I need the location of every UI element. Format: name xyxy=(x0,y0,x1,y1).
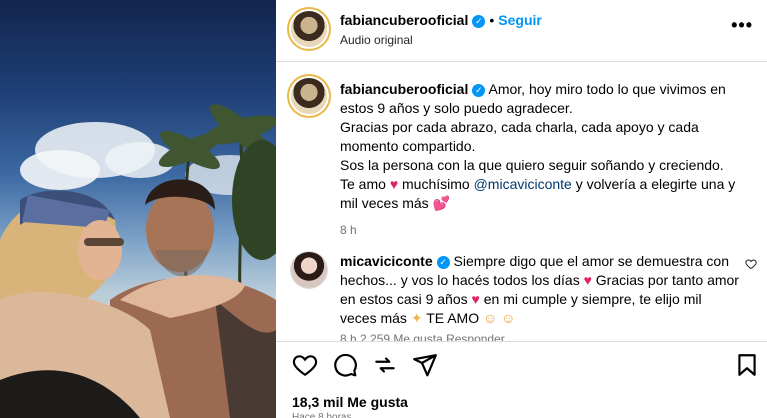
caption-text-4a: Te amo xyxy=(340,176,386,192)
commenter-avatar[interactable] xyxy=(291,252,327,288)
verified-badge-icon: ✓ xyxy=(472,84,486,97)
couple-photo xyxy=(0,104,276,418)
red-heart-emoji-icon: ♥ xyxy=(389,176,399,192)
sparkles-emoji-icon: ✦ xyxy=(410,310,423,326)
caption: fabiancuberooficial ✓ Amor, hoy miro todo… xyxy=(340,80,750,240)
caption-username[interactable]: fabiancuberooficial xyxy=(340,81,468,97)
caption-text-4b: muchísimo xyxy=(402,176,470,192)
comment-like-heart-icon[interactable] xyxy=(745,258,757,273)
post-date: Hace 8 horas xyxy=(292,412,352,418)
likes-count[interactable]: 18,3 mil Me gusta xyxy=(292,394,408,410)
verified-badge-icon: ✓ xyxy=(436,256,450,269)
action-bar xyxy=(276,341,767,389)
comment-icon[interactable] xyxy=(332,352,358,378)
kiss-face-emoji-icon: ☺ xyxy=(501,310,516,326)
separator-dot: • xyxy=(489,12,495,28)
share-icon[interactable] xyxy=(372,352,398,378)
post-photo[interactable] xyxy=(0,0,276,418)
caption-time[interactable]: 8 h xyxy=(340,221,750,240)
author-avatar[interactable] xyxy=(291,11,327,47)
comment-meta: 8 h 2.259 Me gusta Responder xyxy=(340,333,505,341)
blushing-face-emoji-icon: ☺ xyxy=(482,310,498,326)
caption-text-3: Sos la persona con la que quiero seguir … xyxy=(340,157,724,173)
author-line: fabiancuberooficial ✓ • Seguir xyxy=(340,12,542,30)
comment: micaviciconte ✓ Siempre digo que el amor … xyxy=(340,252,740,328)
follow-button[interactable]: Seguir xyxy=(498,12,542,28)
more-options-icon[interactable]: ••• xyxy=(731,15,753,36)
comment-username[interactable]: micaviciconte xyxy=(340,253,433,269)
post-panel: fabiancuberooficial ✓ • Seguir Audio origin… xyxy=(276,0,767,418)
red-heart-emoji-icon: ♥ xyxy=(471,291,480,307)
heart-icon[interactable] xyxy=(292,352,318,378)
bookmark-icon[interactable] xyxy=(734,352,760,378)
caption-avatar[interactable] xyxy=(291,78,327,114)
author-username[interactable]: fabiancuberooficial xyxy=(340,12,468,28)
verified-badge-icon: ✓ xyxy=(472,15,486,28)
caption-text-2: Gracias por cada abrazo, cada charla, ca… xyxy=(340,119,699,154)
two-hearts-emoji-icon: 💕 xyxy=(432,195,451,211)
red-heart-emoji-icon: ♥ xyxy=(583,272,592,288)
mention-link[interactable]: @micaviciconte xyxy=(474,176,572,192)
post-header: fabiancuberooficial ✓ • Seguir Audio origin… xyxy=(276,0,767,62)
comment-text-d: TE AMO xyxy=(426,310,480,326)
audio-label[interactable]: Audio original xyxy=(340,33,413,47)
send-icon[interactable] xyxy=(412,352,438,378)
